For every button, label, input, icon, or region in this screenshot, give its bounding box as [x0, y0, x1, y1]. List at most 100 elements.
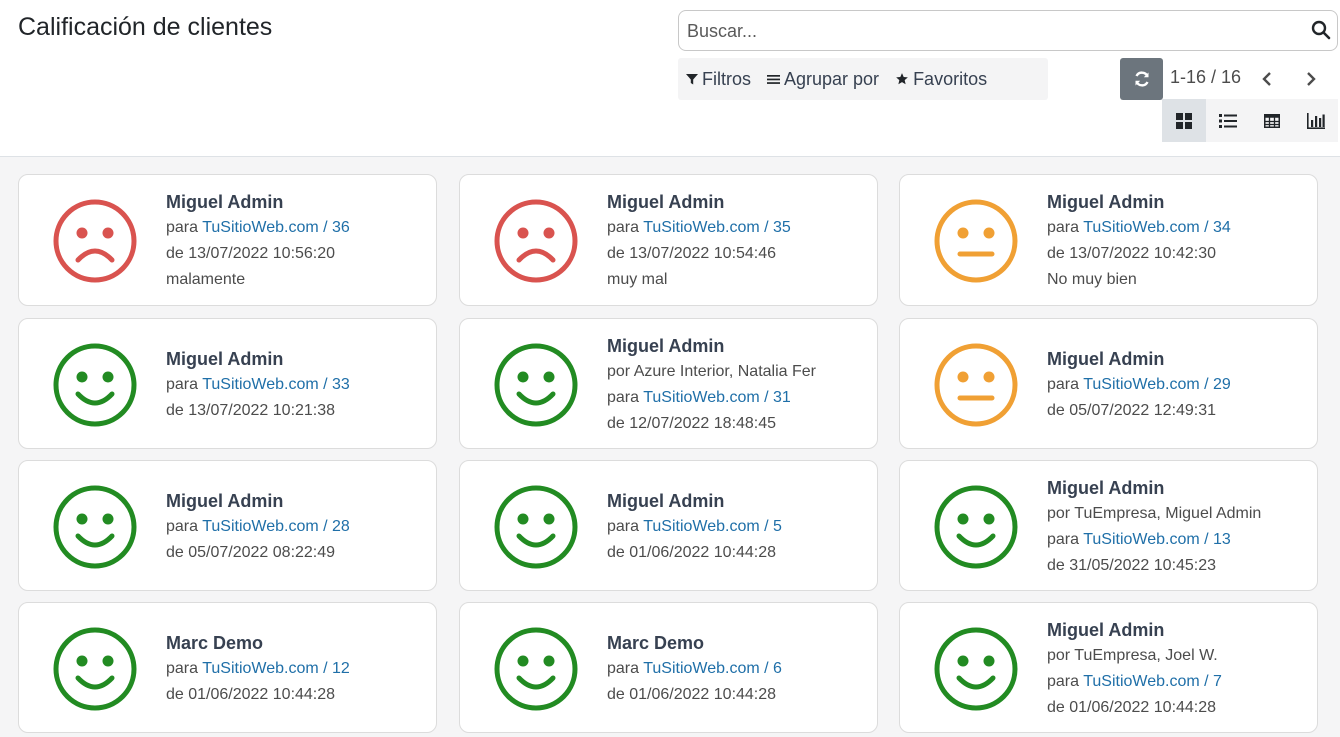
document-link[interactable]: TuSitioWeb.com / 29: [1083, 376, 1231, 393]
view-switcher: [1162, 99, 1338, 142]
para-label: para: [1047, 376, 1080, 393]
para-label: para: [607, 219, 640, 236]
document-link[interactable]: TuSitioWeb.com / 33: [202, 376, 350, 393]
rating-card[interactable]: Miguel Admin por TuEmpresa, Joel W. para T…: [899, 602, 1318, 733]
rating-date: de 31/05/2022 10:45:23: [1047, 557, 1217, 574]
rating-card[interactable]: Marc Demo para TuSitioWeb.com / 6 de 01/06…: [459, 602, 878, 733]
happy-face-icon: [52, 342, 138, 428]
customer-name: Marc Demo: [607, 633, 705, 653]
pager-next-button[interactable]: [1298, 64, 1324, 94]
refresh-button[interactable]: [1120, 58, 1163, 100]
control-panel: Calificación de clientes Filtros Agrupar…: [0, 0, 1340, 157]
kanban-view-button[interactable]: [1162, 99, 1206, 142]
date-line: de 12/07/2022 18:48:45: [607, 411, 816, 437]
feedback-text: No muy bien: [1047, 271, 1137, 288]
para-label: para: [166, 660, 199, 677]
chevron-right-icon: [1307, 72, 1316, 86]
search-input[interactable]: [687, 19, 1287, 43]
list-lines-icon: [767, 74, 780, 84]
card-details: Miguel Admin para TuSitioWeb.com / 35 de 1…: [607, 189, 791, 293]
document-link[interactable]: TuSitioWeb.com / 12: [202, 660, 350, 677]
rated-by: por TuEmpresa, Miguel Admin: [1047, 505, 1262, 522]
customer-name: Miguel Admin: [1047, 620, 1165, 640]
rated-by: por TuEmpresa, Joel W.: [1047, 647, 1218, 664]
bar-chart-icon: [1307, 112, 1325, 129]
rating-card[interactable]: Miguel Admin por TuEmpresa, Miguel Admin p…: [899, 460, 1318, 591]
rating-date: de 01/06/2022 10:44:28: [607, 544, 777, 561]
rating-card[interactable]: Miguel Admin para TuSitioWeb.com / 34 de 1…: [899, 174, 1318, 306]
card-details: Miguel Admin por TuEmpresa, Miguel Admin p…: [1047, 475, 1261, 579]
rating-card[interactable]: Miguel Admin para TuSitioWeb.com / 5 de 01…: [459, 460, 878, 591]
graph-view-button[interactable]: [1294, 99, 1338, 142]
rating-card[interactable]: Miguel Admin para TuSitioWeb.com / 33 de 1…: [18, 318, 437, 449]
date-line: de 13/07/2022 10:42:30: [1047, 241, 1231, 267]
document-line: para TuSitioWeb.com / 29: [1047, 372, 1231, 398]
date-line: de 13/07/2022 10:21:38: [166, 398, 350, 424]
rating-card[interactable]: Miguel Admin para TuSitioWeb.com / 29 de 0…: [899, 318, 1318, 449]
pager-value[interactable]: 1-16 / 16: [1170, 67, 1241, 88]
search-box[interactable]: [678, 10, 1338, 51]
favorites-label: Favoritos: [913, 68, 988, 89]
rated-by-line: por TuEmpresa, Miguel Admin: [1047, 501, 1261, 527]
filters-label: Filtros: [702, 68, 751, 89]
document-link[interactable]: TuSitioWeb.com / 28: [202, 518, 350, 535]
rating-card[interactable]: Marc Demo para TuSitioWeb.com / 12 de 01/0…: [18, 602, 437, 733]
date-line: de 13/07/2022 10:54:46: [607, 241, 791, 267]
star-icon: [896, 73, 908, 85]
feedback-line: No muy bien: [1047, 267, 1231, 293]
customer-name: Miguel Admin: [1047, 349, 1165, 369]
date-line: de 31/05/2022 10:45:23: [1047, 553, 1261, 579]
date-line: de 05/07/2022 12:49:31: [1047, 398, 1231, 424]
unhappy-face-icon: [493, 198, 579, 284]
document-line: para TuSitioWeb.com / 28: [166, 514, 350, 540]
date-line: de 13/07/2022 10:56:20: [166, 241, 350, 267]
kanban-grid-icon: [1176, 112, 1192, 129]
rating-date: de 12/07/2022 18:48:45: [607, 415, 777, 432]
pager-previous-button[interactable]: [1254, 64, 1280, 94]
para-label: para: [1047, 673, 1080, 690]
document-link[interactable]: TuSitioWeb.com / 34: [1083, 219, 1231, 236]
rating-card[interactable]: Miguel Admin para TuSitioWeb.com / 28 de 0…: [18, 460, 437, 591]
document-link[interactable]: TuSitioWeb.com / 6: [643, 660, 782, 677]
neutral-face-icon: [933, 342, 1019, 428]
list-icon: [1219, 113, 1237, 128]
rating-card[interactable]: Miguel Admin para TuSitioWeb.com / 35 de 1…: [459, 174, 878, 306]
para-label: para: [166, 518, 199, 535]
customer-name: Miguel Admin: [607, 192, 725, 212]
list-view-button[interactable]: [1206, 99, 1250, 142]
kanban-view: Miguel Admin para TuSitioWeb.com / 36 de 1…: [0, 157, 1340, 737]
happy-face-icon: [933, 626, 1019, 712]
rating-date: de 13/07/2022 10:42:30: [1047, 245, 1217, 262]
rating-date: de 01/06/2022 10:44:28: [1047, 699, 1217, 716]
happy-face-icon: [493, 342, 579, 428]
card-details: Miguel Admin para TuSitioWeb.com / 34 de 1…: [1047, 189, 1231, 293]
customer-name: Miguel Admin: [166, 491, 284, 511]
card-details: Miguel Admin para TuSitioWeb.com / 36 de 1…: [166, 189, 350, 293]
favorites-button[interactable]: Favoritos: [887, 58, 995, 100]
rating-card[interactable]: Miguel Admin por Azure Interior, Natalia …: [459, 318, 878, 449]
rating-date: de 13/07/2022 10:56:20: [166, 245, 336, 262]
group-by-button[interactable]: Agrupar por: [759, 58, 887, 100]
document-line: para TuSitioWeb.com / 34: [1047, 215, 1231, 241]
date-line: de 01/06/2022 10:44:28: [1047, 695, 1222, 721]
document-line: para TuSitioWeb.com / 12: [166, 656, 350, 682]
document-link[interactable]: TuSitioWeb.com / 35: [643, 219, 791, 236]
pivot-view-button[interactable]: [1250, 99, 1294, 142]
card-details: Miguel Admin por TuEmpresa, Joel W. para T…: [1047, 617, 1222, 721]
document-line: para TuSitioWeb.com / 13: [1047, 527, 1261, 553]
date-line: de 01/06/2022 10:44:28: [166, 682, 350, 708]
table-icon: [1264, 113, 1280, 128]
document-link[interactable]: TuSitioWeb.com / 31: [643, 389, 791, 406]
search-icon[interactable]: [1311, 20, 1331, 40]
document-link[interactable]: TuSitioWeb.com / 36: [202, 219, 350, 236]
customer-name: Miguel Admin: [1047, 192, 1165, 212]
rating-card[interactable]: Miguel Admin para TuSitioWeb.com / 36 de 1…: [18, 174, 437, 306]
card-details: Marc Demo para TuSitioWeb.com / 12 de 01/0…: [166, 630, 350, 708]
document-link[interactable]: TuSitioWeb.com / 7: [1083, 673, 1222, 690]
document-link[interactable]: TuSitioWeb.com / 5: [643, 518, 782, 535]
document-link[interactable]: TuSitioWeb.com / 13: [1083, 531, 1231, 548]
feedback-text: malamente: [166, 271, 246, 288]
rating-date: de 01/06/2022 10:44:28: [166, 686, 336, 703]
customer-name: Miguel Admin: [607, 491, 725, 511]
filters-button[interactable]: Filtros: [678, 58, 759, 100]
